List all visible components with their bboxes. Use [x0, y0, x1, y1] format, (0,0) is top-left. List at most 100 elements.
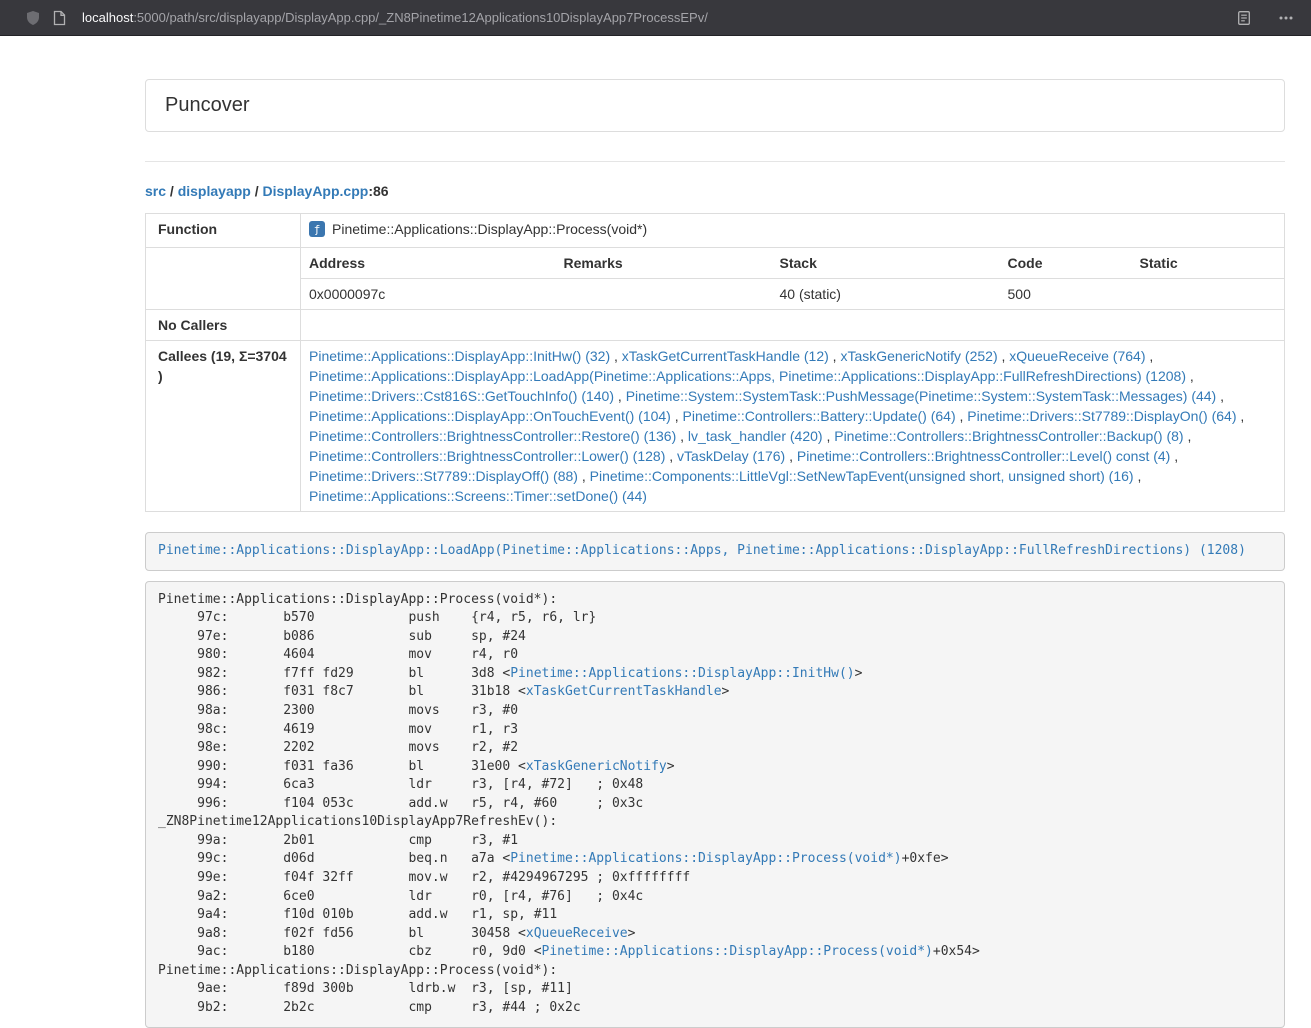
- breadcrumb-separator: :86: [368, 183, 388, 199]
- columns-header-row: Address Remarks Stack Code Static: [146, 248, 1285, 279]
- code-line: 98a: 2300 movs r3, #0: [158, 702, 1272, 721]
- callee-link[interactable]: Pinetime::Drivers::Cst816S::GetTouchInfo…: [309, 388, 614, 404]
- callee-separator: ,: [610, 348, 622, 364]
- column-header-code: Code: [1000, 248, 1132, 279]
- remarks-value: [556, 279, 772, 310]
- values-row: 0x0000097c 40 (static) 500: [146, 279, 1285, 310]
- address-value: 0x0000097c: [301, 279, 556, 310]
- page-title: Puncover: [165, 94, 1265, 117]
- code-line: 9a8: f02f fd56 bl 30458 <xQueueReceive>: [158, 925, 1272, 944]
- callee-link[interactable]: Pinetime::Drivers::St7789::DisplayOff() …: [309, 468, 578, 484]
- code-line: 996: f104 053c add.w r5, r4, #60 ; 0x3c: [158, 795, 1272, 814]
- callee-separator: ,: [785, 448, 797, 464]
- callee-separator: ,: [1186, 368, 1194, 384]
- callee-link[interactable]: Pinetime::Components::LittleVgl::SetNewT…: [590, 468, 1134, 484]
- callee-separator: ,: [1184, 428, 1192, 444]
- callee-link[interactable]: Pinetime::Applications::Screens::Timer::…: [309, 488, 647, 504]
- callee-link[interactable]: Pinetime::Applications::DisplayApp::Load…: [309, 368, 1186, 384]
- page-actions-menu-icon[interactable]: [1273, 5, 1299, 31]
- code-line: 99a: 2b01 cmp r3, #1: [158, 832, 1272, 851]
- column-header-stack: Stack: [772, 248, 1000, 279]
- code-symbol-link[interactable]: Pinetime::Applications::DisplayApp::Proc…: [542, 944, 933, 959]
- callee-separator: ,: [665, 448, 677, 464]
- code-line: 98e: 2202 movs r2, #2: [158, 739, 1272, 758]
- callee-link[interactable]: Pinetime::Controllers::BrightnessControl…: [309, 428, 676, 444]
- callee-separator: ,: [671, 408, 683, 424]
- breadcrumb: src / displayapp / DisplayApp.cpp:86: [145, 181, 1285, 201]
- callee-link[interactable]: vTaskDelay (176): [677, 448, 785, 464]
- url-path: :5000/path/src/displayapp/DisplayApp.cpp…: [133, 10, 708, 25]
- code-symbol-link[interactable]: xTaskGetCurrentTaskHandle: [526, 684, 722, 699]
- code-symbol-link[interactable]: Pinetime::Applications::DisplayApp::Init…: [510, 666, 854, 681]
- code-line: Pinetime::Applications::DisplayApp::Proc…: [158, 591, 1272, 610]
- function-icon: ƒ: [309, 221, 325, 242]
- code-line: 9a4: f10d 010b add.w r1, sp, #11: [158, 906, 1272, 925]
- tracking-shield-icon[interactable]: [20, 5, 46, 31]
- spacer-cell: [146, 248, 301, 310]
- code-line: 97c: b570 push {r4, r5, r6, lr}: [158, 609, 1272, 628]
- code-line: 990: f031 fa36 bl 31e00 <xTaskGenericNot…: [158, 758, 1272, 777]
- code-symbol-link[interactable]: xQueueReceive: [526, 926, 628, 941]
- callee-separator: ,: [578, 468, 590, 484]
- callees-list: Pinetime::Applications::DisplayApp::Init…: [301, 341, 1285, 512]
- callee-link[interactable]: xQueueReceive (764): [1009, 348, 1145, 364]
- url-host: localhost: [82, 10, 133, 25]
- callee-separator: ,: [1134, 468, 1142, 484]
- callees-label: Callees (19, Σ=3704 ): [146, 341, 301, 512]
- breadcrumb-link[interactable]: src: [145, 183, 166, 199]
- callee-link[interactable]: xTaskGetCurrentTaskHandle (12): [622, 348, 829, 364]
- code-line: 994: 6ca3 ldr r3, [r4, #72] ; 0x48: [158, 776, 1272, 795]
- callee-link[interactable]: xTaskGenericNotify (252): [840, 348, 997, 364]
- code-line: 99e: f04f 32ff mov.w r2, #4294967295 ; 0…: [158, 869, 1272, 888]
- no-callers-row: No Callers: [146, 310, 1285, 341]
- function-row: Function ƒ Pinetime::Applications::Displ…: [146, 214, 1285, 248]
- code-size-value: 500: [1000, 279, 1132, 310]
- static-value: [1132, 279, 1285, 310]
- url-bar[interactable]: localhost:5000/path/src/displayapp/Displ…: [82, 10, 708, 25]
- code-line: 9ac: b180 cbz r0, 9d0 <Pinetime::Applica…: [158, 943, 1272, 962]
- callee-separator: ,: [998, 348, 1010, 364]
- code-line: 9a2: 6ce0 ldr r0, [r4, #76] ; 0x4c: [158, 888, 1272, 907]
- code-symbol-link[interactable]: xTaskGenericNotify: [526, 759, 667, 774]
- code-line: 9b2: 2b2c cmp r3, #44 ; 0x2c: [158, 999, 1272, 1018]
- reader-mode-icon[interactable]: [1231, 5, 1257, 31]
- column-header-remarks: Remarks: [556, 248, 772, 279]
- callee-link[interactable]: lv_task_handler (420): [688, 428, 823, 444]
- function-label: Function: [146, 214, 301, 248]
- breadcrumb-link[interactable]: DisplayApp.cpp: [263, 183, 369, 199]
- callee-separator: ,: [614, 388, 626, 404]
- callee-separator: ,: [1237, 408, 1245, 424]
- no-callers-label: No Callers: [146, 310, 301, 341]
- code-line: 980: 4604 mov r4, r0: [158, 646, 1272, 665]
- stack-value: 40 (static): [772, 279, 1000, 310]
- disassembly-code: Pinetime::Applications::DisplayApp::Proc…: [145, 581, 1285, 1028]
- callee-separator: ,: [1170, 448, 1178, 464]
- callee-link[interactable]: Pinetime::Drivers::St7789::DisplayOn() (…: [967, 408, 1236, 424]
- function-name: Pinetime::Applications::DisplayApp::Proc…: [332, 221, 647, 237]
- column-header-address: Address: [301, 248, 556, 279]
- callee-separator: ,: [1145, 348, 1153, 364]
- callee-link[interactable]: Pinetime::Controllers::BrightnessControl…: [834, 428, 1183, 444]
- toolbar-right-icons: [1231, 5, 1299, 31]
- callee-separator: ,: [956, 408, 968, 424]
- breadcrumb-separator: /: [166, 183, 178, 199]
- callee-link[interactable]: Pinetime::Controllers::BrightnessControl…: [309, 448, 665, 464]
- code-symbol-link[interactable]: Pinetime::Applications::DisplayApp::Proc…: [510, 851, 901, 866]
- code-line: _ZN8Pinetime12Applications10DisplayApp7R…: [158, 813, 1272, 832]
- callee-link[interactable]: Pinetime::Applications::DisplayApp::OnTo…: [309, 408, 671, 424]
- app-header-panel: Puncover: [145, 79, 1285, 132]
- function-table: Function ƒ Pinetime::Applications::Displ…: [145, 213, 1285, 512]
- column-header-static: Static: [1132, 248, 1285, 279]
- code-line: 982: f7ff fd29 bl 3d8 <Pinetime::Applica…: [158, 665, 1272, 684]
- svg-text:ƒ: ƒ: [314, 223, 321, 236]
- selected-callee-link[interactable]: Pinetime::Applications::DisplayApp::Load…: [158, 543, 1246, 558]
- callee-separator: ,: [1216, 388, 1224, 404]
- page-info-icon[interactable]: [46, 5, 72, 31]
- code-line: 98c: 4619 mov r1, r3: [158, 721, 1272, 740]
- callee-link[interactable]: Pinetime::System::SystemTask::PushMessag…: [626, 388, 1217, 404]
- breadcrumb-link[interactable]: displayapp: [178, 183, 251, 199]
- callee-link[interactable]: Pinetime::Applications::DisplayApp::Init…: [309, 348, 610, 364]
- callee-link[interactable]: Pinetime::Controllers::BrightnessControl…: [797, 448, 1170, 464]
- callee-link[interactable]: Pinetime::Controllers::Battery::Update()…: [683, 408, 956, 424]
- code-line: 99c: d06d beq.n a7a <Pinetime::Applicati…: [158, 850, 1272, 869]
